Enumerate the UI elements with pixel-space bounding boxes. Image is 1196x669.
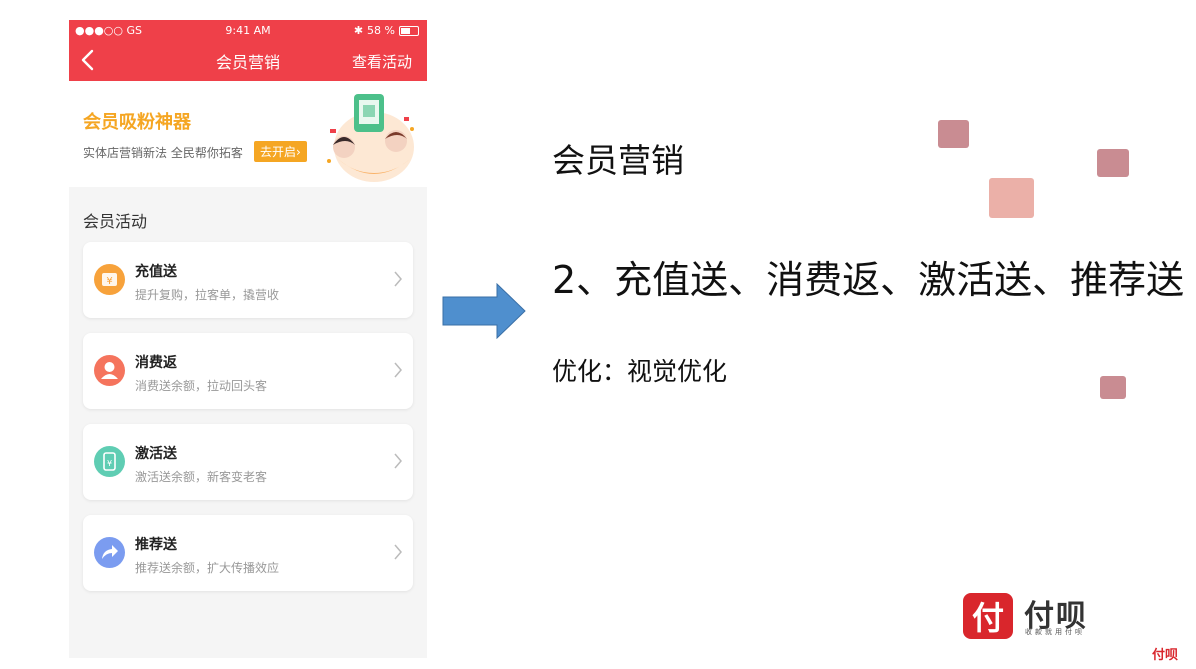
card-recharge[interactable]: ¥ 充值送 提升复购，拉客单，撬营收 (83, 242, 413, 318)
share-icon (94, 537, 125, 568)
card-title: 推荐送 (135, 537, 177, 553)
nav-bar: ●●●○○ GS 9:41 AM ✱ 58 % 会员营销 查看活动 (69, 20, 427, 81)
slide-heading: 会员营销 (552, 141, 684, 180)
banner-title: 会员吸粉神器 (83, 112, 191, 133)
decor-square (938, 120, 969, 148)
svg-text:¥: ¥ (107, 459, 112, 468)
brand-logo-icon: 付 (963, 593, 1013, 639)
promo-illustration-icon (327, 94, 414, 182)
card-title: 消费返 (135, 355, 177, 371)
decor-square (1100, 376, 1126, 399)
promo-banner[interactable]: 会员吸粉神器 实体店营销新法 全民帮你拓客 去开启› (69, 81, 427, 187)
status-bar: ●●●○○ GS 9:41 AM ✱ 58 % (69, 22, 427, 40)
chevron-right-icon (394, 453, 402, 469)
brand-tagline: 收款就用付呗 (1025, 628, 1085, 636)
slide-optimization: 优化：视觉优化 (552, 357, 728, 386)
svg-text:付: 付 (972, 599, 1004, 637)
phone-screen: ●●●○○ GS 9:41 AM ✱ 58 % 会员营销 查看活动 会员吸粉神器… (69, 20, 427, 658)
section-title: 会员活动 (83, 212, 148, 231)
card-referral[interactable]: 推荐送 推荐送余额，扩大传播效应 (83, 515, 413, 591)
card-desc: 激活送余额，新客变老客 (135, 470, 268, 484)
svg-text:¥: ¥ (106, 276, 112, 287)
banner-subtitle: 实体店营销新法 全民帮你拓客 (83, 146, 243, 160)
view-activities-button[interactable]: 查看活动 (352, 51, 412, 72)
card-desc: 消费送余额，拉动回头客 (135, 379, 268, 393)
chevron-right-icon (394, 271, 402, 287)
decor-square (1097, 149, 1129, 177)
card-activate[interactable]: ¥ 激活送 激活送余额，新客变老客 (83, 424, 413, 500)
card-title: 激活送 (135, 446, 177, 462)
card-desc: 提升复购，拉客单，撬营收 (135, 288, 280, 302)
bluetooth-icon: ✱ (353, 24, 364, 37)
right-arrow-icon (442, 283, 526, 339)
battery-icon (399, 25, 419, 36)
corner-watermark: 付呗 (1152, 648, 1179, 663)
battery-status: ✱ 58 % (354, 24, 419, 37)
battery-percent: 58 % (367, 24, 395, 37)
battery-level-fill (401, 27, 410, 34)
gift-icon: ¥ (94, 264, 125, 295)
phone-yen-icon: ¥ (94, 446, 125, 477)
decor-square (989, 178, 1034, 218)
open-button[interactable]: 去开启› (254, 141, 307, 162)
slide-features: 2、充值送、消费返、激活送、推荐送 (552, 258, 1185, 302)
card-cashback[interactable]: 消费返 消费送余额，拉动回头客 (83, 333, 413, 409)
card-desc: 推荐送余额，扩大传播效应 (135, 561, 280, 575)
chevron-right-icon (394, 544, 402, 560)
chevron-right-icon (394, 362, 402, 378)
card-title: 充值送 (135, 264, 177, 280)
user-icon (94, 355, 125, 386)
